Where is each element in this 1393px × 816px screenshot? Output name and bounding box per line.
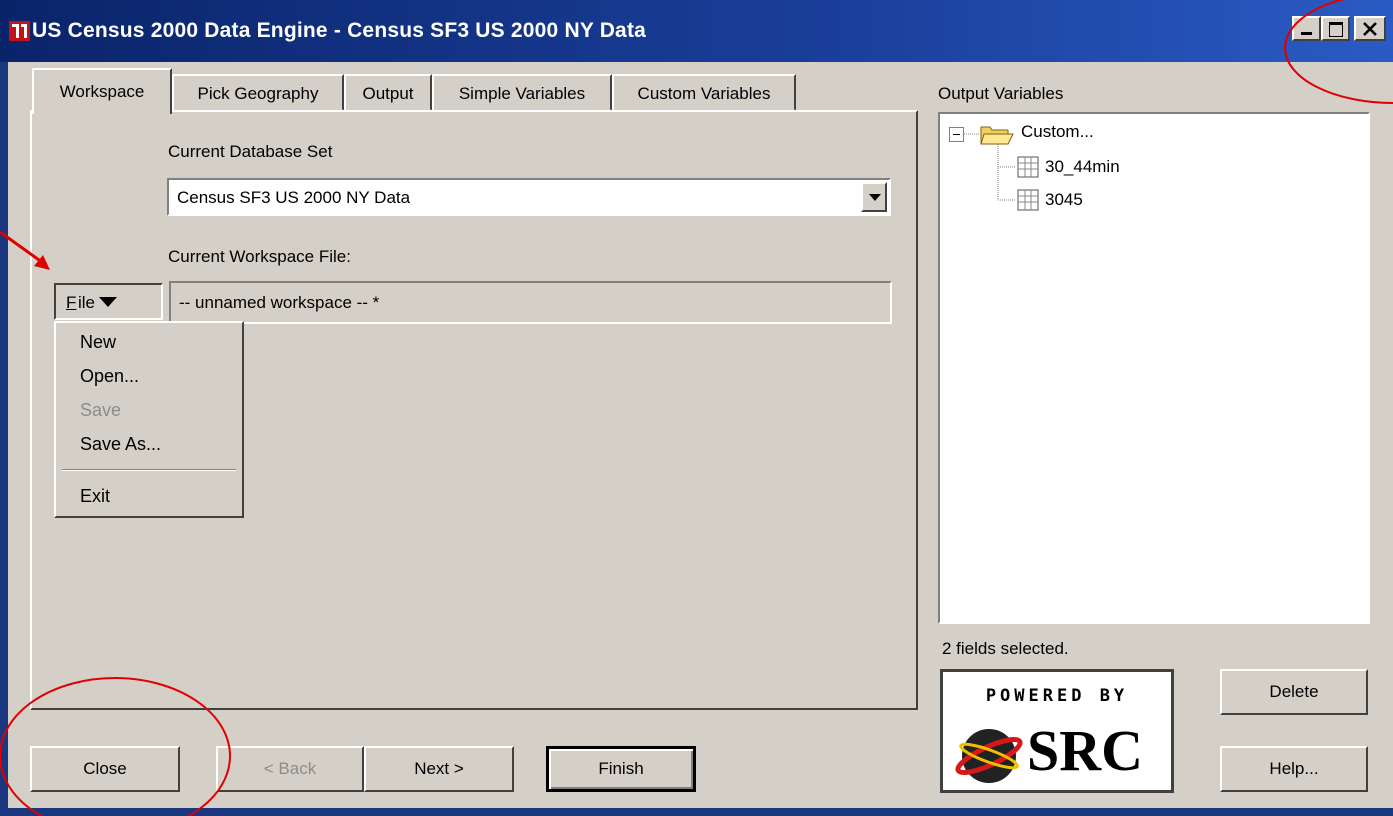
tab-pick-geography[interactable]: Pick Geography (172, 74, 344, 111)
database-select-value: Census SF3 US 2000 NY Data (177, 188, 411, 207)
close-button[interactable]: Close (30, 746, 180, 792)
window-bottom-border (0, 808, 1393, 816)
table-icon (1017, 156, 1039, 178)
window-title: US Census 2000 Data Engine - Census SF3 … (32, 19, 647, 42)
maximize-button[interactable] (1321, 16, 1350, 41)
file-menu-button[interactable]: F ile (54, 283, 163, 320)
menu-item-save[interactable]: Save (80, 400, 121, 421)
finish-button[interactable]: Finish (546, 746, 696, 792)
database-dropdown-button[interactable] (861, 182, 887, 212)
output-variables-label: Output Variables (938, 84, 1064, 103)
close-icon (1363, 22, 1377, 36)
tree-item-30-44min[interactable]: 30_44min (1045, 157, 1120, 177)
output-variables-tree[interactable]: Custom... 30_44min 3045 (938, 112, 1370, 624)
close-window-button[interactable] (1354, 16, 1386, 41)
tab-output[interactable]: Output (344, 74, 432, 111)
folder-open-icon (980, 126, 1014, 145)
database-label: Current Database Set (168, 142, 333, 161)
tree-folder-label[interactable]: Custom... (1021, 122, 1094, 142)
minus-icon (953, 134, 960, 135)
back-button[interactable]: < Back (216, 746, 364, 792)
file-menu: New Open... Save Save As... Exit (54, 321, 244, 518)
menu-separator (62, 469, 236, 471)
workspace-file-value: -- unnamed workspace -- * (179, 293, 380, 312)
help-button[interactable]: Help... (1220, 746, 1368, 792)
tab-simple-variables[interactable]: Simple Variables (432, 74, 612, 111)
chevron-down-icon (869, 194, 881, 201)
menu-item-open[interactable]: Open... (80, 366, 139, 387)
table-icon (1017, 189, 1039, 211)
minimize-icon (1301, 32, 1312, 35)
file-button-mnemonic: F (66, 293, 77, 312)
tab-workspace[interactable]: Workspace (32, 68, 172, 114)
dropdown-arrow-icon (99, 297, 117, 307)
file-button-label-rest: ile (78, 293, 96, 312)
window-left-border (0, 62, 8, 816)
tab-custom-variables[interactable]: Custom Variables (612, 74, 796, 111)
app-icon (9, 21, 30, 41)
menu-item-save-as[interactable]: Save As... (80, 434, 161, 455)
collapse-toggle[interactable] (949, 127, 964, 142)
delete-button[interactable]: Delete (1220, 669, 1368, 715)
menu-item-new[interactable]: New (80, 332, 116, 353)
src-brand-text: SRC (1027, 718, 1144, 783)
powered-by-src-logo: POWERED BY SRC (940, 669, 1174, 793)
menu-item-exit[interactable]: Exit (80, 486, 110, 507)
next-button[interactable]: Next > (364, 746, 514, 792)
maximize-icon (1329, 22, 1343, 37)
workspace-file-label: Current Workspace File: (168, 247, 351, 266)
powered-by-text: POWERED BY (985, 686, 1129, 706)
database-select[interactable]: Census SF3 US 2000 NY Data (167, 178, 891, 216)
globe-icon (955, 729, 1023, 783)
minimize-button[interactable] (1292, 16, 1321, 41)
workspace-file-field: -- unnamed workspace -- * (169, 281, 892, 324)
selection-status: 2 fields selected. (942, 639, 1069, 658)
tree-item-3045[interactable]: 3045 (1045, 190, 1083, 210)
